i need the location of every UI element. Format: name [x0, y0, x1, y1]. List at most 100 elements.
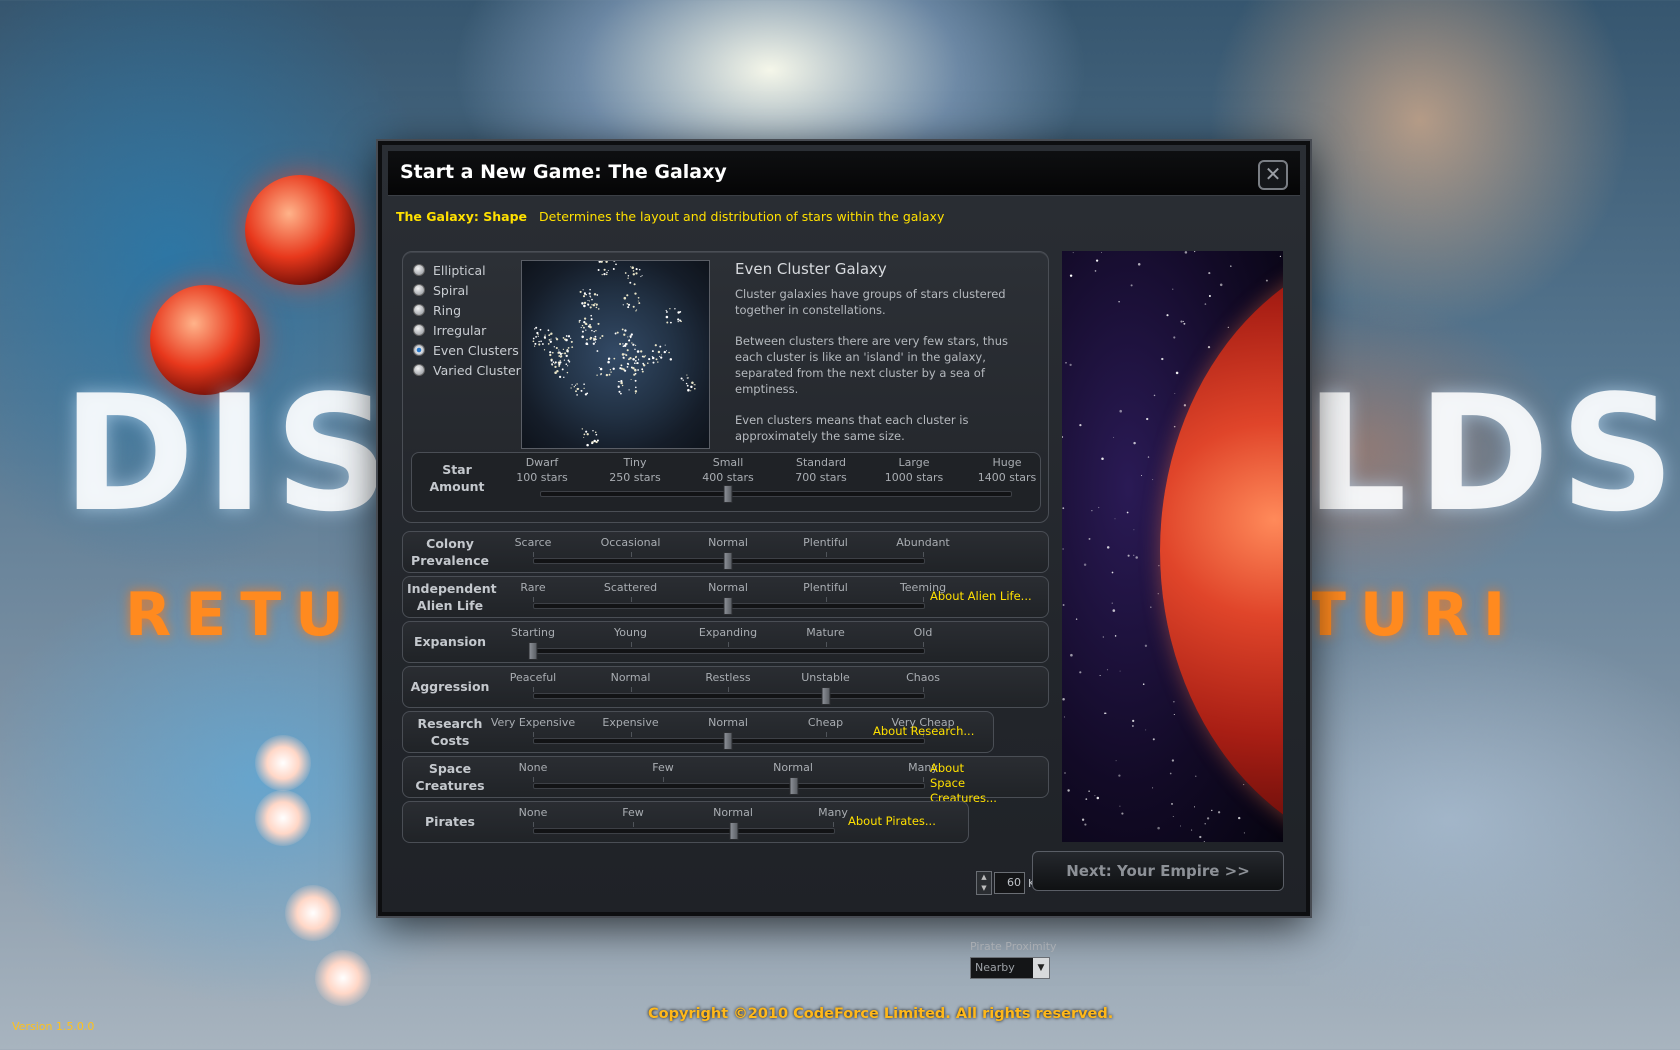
star-dot	[537, 334, 539, 336]
star-dot	[669, 308, 671, 310]
star-dot	[641, 368, 644, 371]
star-dot	[594, 335, 597, 338]
star-dot	[581, 428, 583, 430]
star-dot	[601, 334, 604, 338]
slider-track[interactable]	[533, 783, 925, 789]
shape-option[interactable]: Irregular	[413, 320, 527, 340]
star-dot	[607, 360, 610, 364]
star-dot	[555, 338, 559, 341]
slider-handle[interactable]	[789, 777, 799, 795]
slider-handle[interactable]	[729, 822, 739, 840]
about-link[interactable]: About Research...	[873, 724, 974, 739]
shape-option[interactable]: Elliptical	[413, 260, 527, 280]
slider-handle[interactable]	[821, 687, 830, 705]
pirate-proximity-label: Pirate Proximity	[970, 940, 1057, 953]
spinner-down-icon[interactable]: ▼	[977, 883, 991, 894]
shape-option[interactable]: Varied Clusters	[413, 360, 527, 380]
star-dot	[561, 368, 564, 371]
star-dot	[659, 345, 662, 348]
star-dot	[576, 394, 578, 396]
space-star	[1183, 404, 1187, 407]
shape-radio-list: Elliptical Spiral Ring Irregular Even Cl…	[413, 260, 527, 380]
slider-notch	[833, 822, 834, 827]
star-dot	[564, 352, 567, 355]
star-dot	[549, 351, 552, 354]
space-star	[1062, 698, 1065, 701]
slider-notch	[630, 642, 632, 647]
slider-tick-label: Scattered	[603, 581, 658, 594]
star-dot	[583, 383, 585, 385]
slider-tick-label: Normal	[773, 761, 813, 774]
space-star	[1130, 284, 1133, 287]
ship-light	[315, 950, 371, 1006]
star-amount-label: Star Amount	[422, 461, 492, 495]
slider-row-independent: Independent Alien Life Rare Scattered Normal…	[402, 576, 1049, 618]
shape-option-selected[interactable]: Even Clusters	[413, 340, 527, 360]
slider-handle[interactable]	[723, 732, 733, 750]
star-dot	[593, 330, 595, 333]
space-star	[1279, 255, 1282, 258]
version-text: Version 1.5.0.0	[12, 1020, 95, 1033]
space-star	[1075, 618, 1078, 620]
radio-icon[interactable]	[413, 284, 425, 296]
star-dot	[557, 351, 560, 354]
star-dot	[547, 329, 550, 332]
pirate-proximity-select[interactable]: Nearby ▼	[970, 957, 1050, 979]
star-dot	[564, 338, 567, 341]
slider-handle[interactable]	[723, 597, 733, 615]
star-dot	[592, 337, 595, 339]
star-dot	[603, 268, 606, 271]
slider-handle[interactable]	[528, 642, 538, 660]
research-cost-input[interactable]: 60	[994, 872, 1025, 894]
about-link[interactable]: About Alien Life...	[930, 589, 1032, 604]
star-dot	[619, 367, 622, 370]
star-dot	[634, 348, 636, 351]
red-orb-top	[245, 175, 355, 285]
spinner-up-icon[interactable]: ▲	[977, 872, 991, 883]
star-dot	[549, 333, 551, 335]
slider-row-expansion: Expansion Starting Young Expanding Mature Old	[402, 621, 1049, 663]
star-dot	[620, 379, 623, 383]
star-dot	[641, 275, 643, 277]
radio-selected-icon[interactable]	[413, 344, 425, 356]
radio-icon[interactable]	[413, 264, 425, 276]
radio-icon[interactable]	[413, 364, 425, 376]
about-link[interactable]: About Space Creatures...	[930, 761, 1002, 806]
logo-subtitle-right: TURI	[1305, 580, 1520, 650]
shape-option[interactable]: Ring	[413, 300, 527, 320]
space-star	[1193, 806, 1196, 808]
shape-option[interactable]: Spiral	[413, 280, 527, 300]
star-amount-slider-handle[interactable]	[723, 485, 733, 503]
star-dot	[634, 360, 637, 362]
star-dot	[607, 269, 609, 272]
next-your-empire-button[interactable]: Next: Your Empire >>	[1032, 851, 1284, 891]
slider-handle[interactable]	[723, 552, 733, 570]
slider-track[interactable]	[533, 648, 925, 654]
star-dot	[595, 303, 598, 306]
star-dot	[627, 275, 630, 277]
star-dot	[640, 276, 642, 278]
slider-tick-label: Very Expensive	[490, 716, 576, 729]
tick-stars: 1400 stars	[977, 471, 1037, 484]
slider-track[interactable]	[533, 693, 925, 699]
star-dot	[592, 303, 596, 307]
star-dot	[621, 384, 624, 387]
space-star	[1173, 336, 1176, 339]
star-tick: Tiny 250 stars	[609, 455, 661, 485]
research-cost-spinner: ▲ ▼ 60 K	[976, 871, 1035, 895]
slider-tick-label: None	[518, 761, 548, 774]
chevron-down-icon[interactable]: ▼	[1033, 958, 1049, 978]
star-dot	[642, 355, 646, 358]
star-dot	[637, 296, 640, 299]
description-paragraph: Even clusters means that each cluster is…	[735, 413, 969, 443]
close-icon[interactable]: ✕	[1258, 160, 1288, 190]
star-amount-track[interactable]	[540, 491, 1012, 497]
slider-track[interactable]	[533, 828, 835, 834]
star-dot	[590, 314, 593, 317]
space-star	[1183, 322, 1186, 325]
spinner-buttons[interactable]: ▲ ▼	[976, 871, 992, 895]
radio-icon[interactable]	[413, 324, 425, 336]
radio-icon[interactable]	[413, 304, 425, 316]
about-link[interactable]: About Pirates...	[848, 814, 936, 829]
galaxy-shape-panel: Elliptical Spiral Ring Irregular Even Cl…	[402, 251, 1049, 523]
